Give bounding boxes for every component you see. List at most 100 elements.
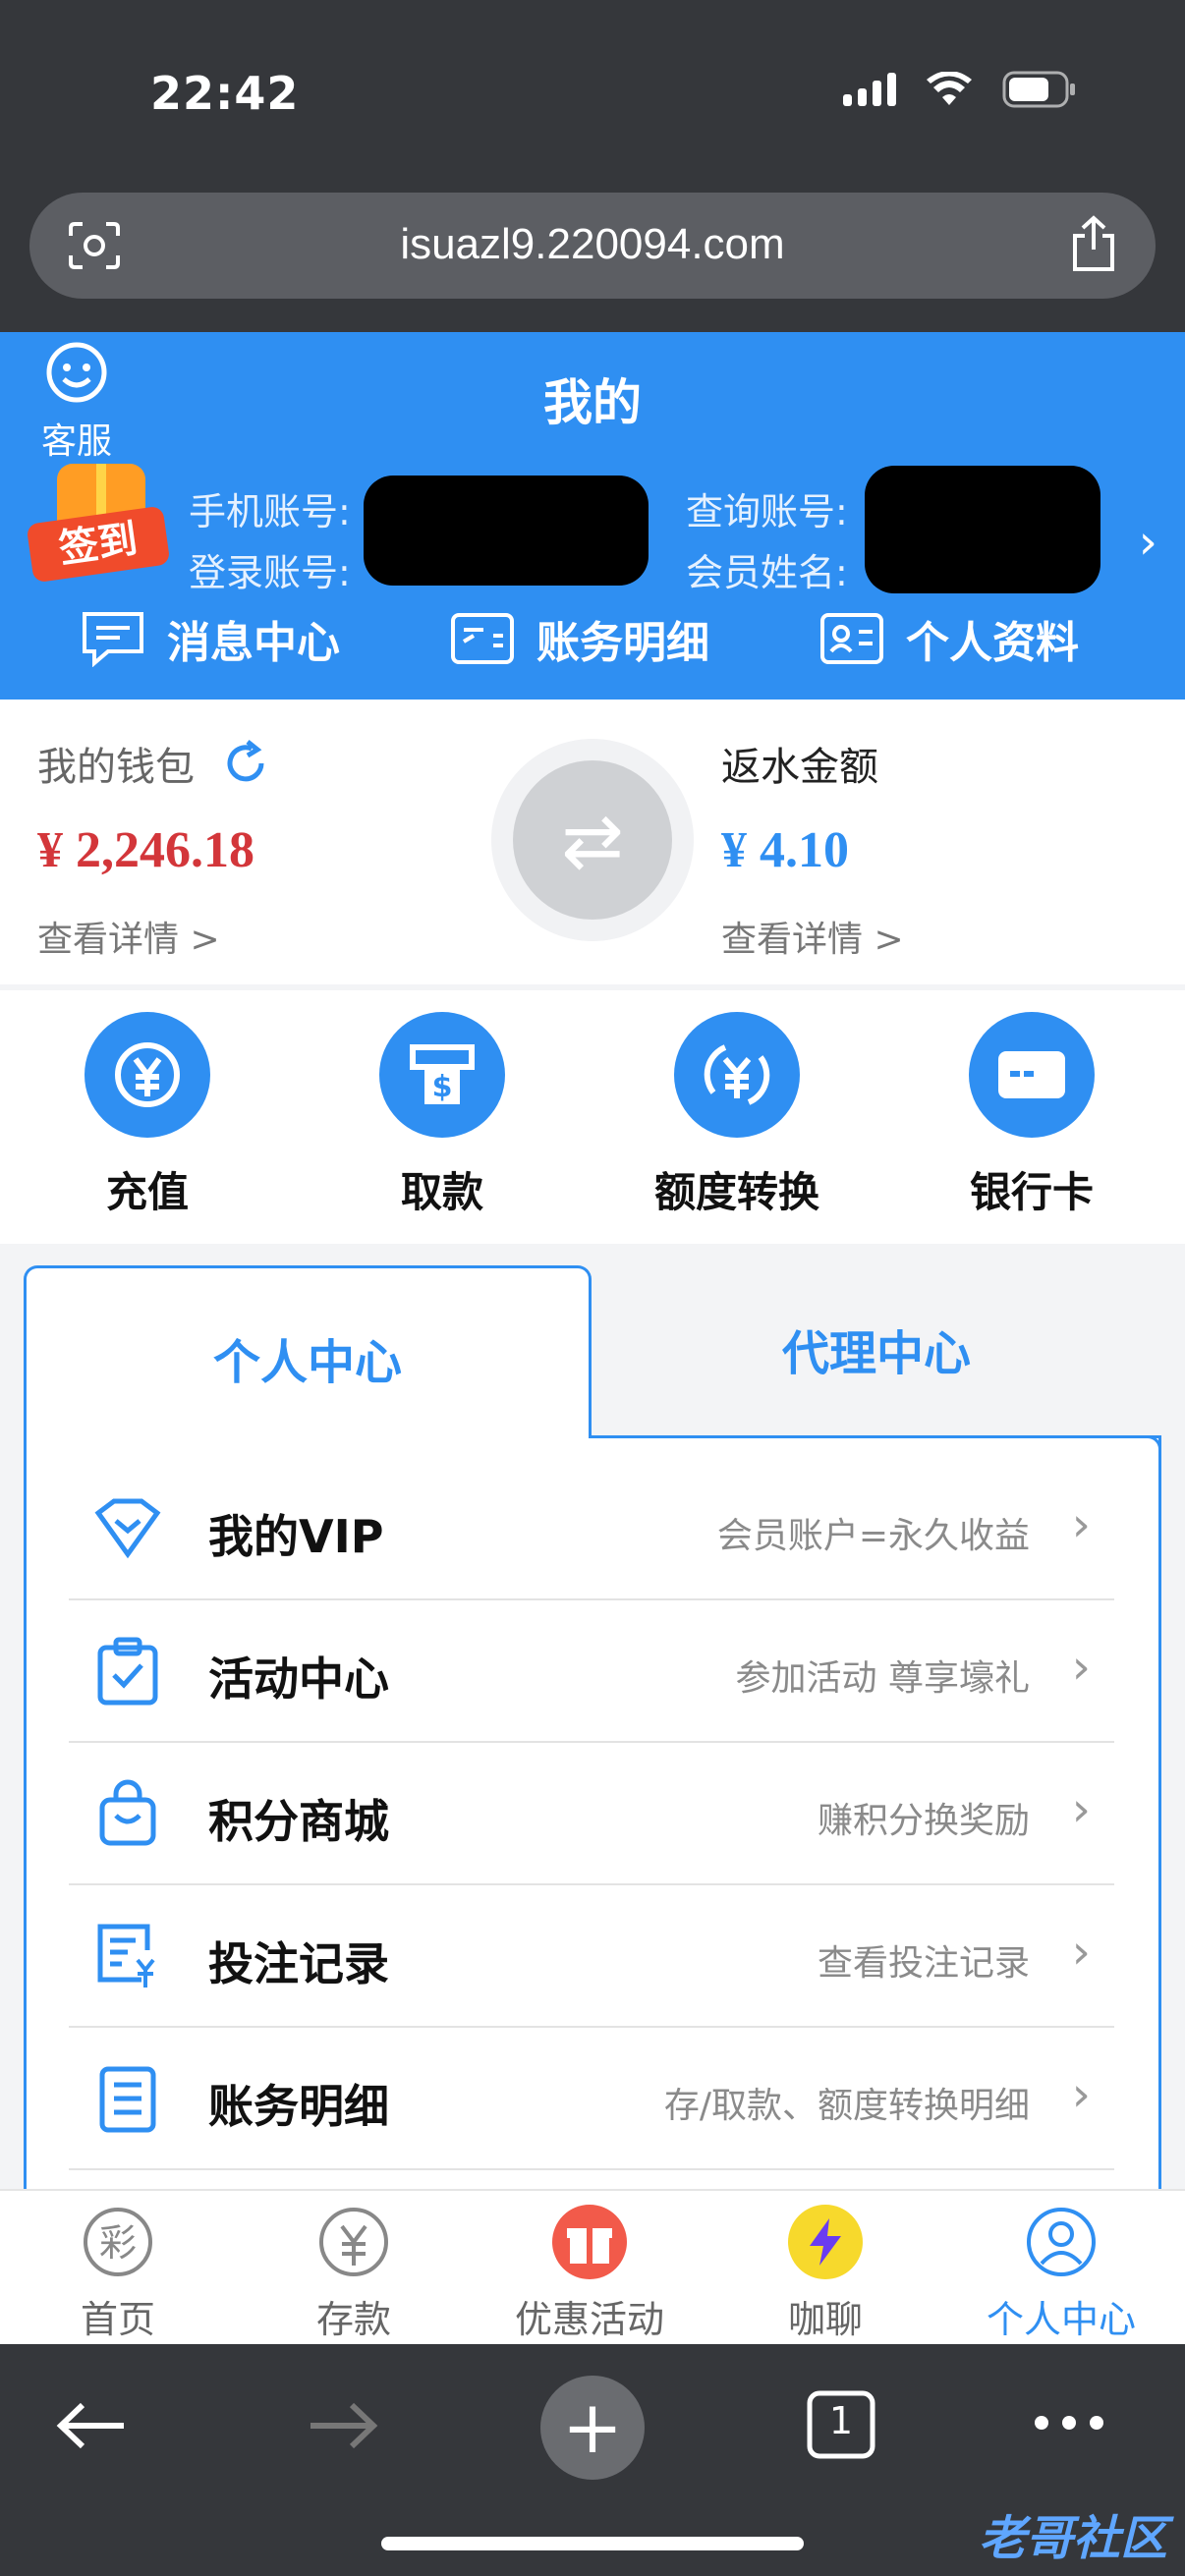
tabs-button[interactable]: 1 bbox=[806, 2389, 876, 2464]
tab-label: 存款 bbox=[315, 2298, 391, 2341]
menu-item-points-mall[interactable]: 积分商城 赚积分换奖励 › bbox=[69, 1743, 1114, 1885]
tab-label: 优惠活动 bbox=[514, 2298, 664, 2341]
tab-chat[interactable]: 咖聊 bbox=[707, 2205, 943, 2343]
browser-top-bar: 22:42 isuazl9.220094.com bbox=[0, 0, 1185, 332]
quick-link-label: 消息中心 bbox=[167, 618, 340, 668]
quick-link-transactions[interactable]: 账务明细 bbox=[450, 607, 709, 670]
menu-item-desc: 会员账户=永久收益 bbox=[716, 1516, 1030, 1556]
menu-item-desc: 查看投注记录 bbox=[817, 1943, 1030, 1984]
member-name-label: 会员姓名: bbox=[686, 551, 848, 594]
menu-item-title: 活动中心 bbox=[208, 1652, 389, 1706]
tab-promotions[interactable]: 优惠活动 bbox=[472, 2205, 707, 2343]
tab-personal-center-nav[interactable]: 个人中心 bbox=[943, 2205, 1179, 2343]
tab-home[interactable]: 彩 首页 bbox=[0, 2205, 236, 2343]
quick-links: 消息中心 账务明细 个人资料 bbox=[0, 607, 1185, 686]
tab-agent-center[interactable]: 代理中心 bbox=[592, 1265, 1161, 1438]
sign-in-label: 签到 bbox=[26, 505, 171, 584]
lightning-icon bbox=[788, 2205, 863, 2279]
user-icon bbox=[1024, 2205, 1099, 2279]
redacted-account-info bbox=[364, 476, 649, 586]
address-bar[interactable]: isuazl9.220094.com bbox=[29, 193, 1156, 299]
transfer-button[interactable]: 额度转换 bbox=[629, 1012, 845, 1219]
quick-link-profile[interactable]: 个人资料 bbox=[819, 607, 1079, 670]
home-indicator bbox=[381, 2537, 804, 2550]
menu-item-vip[interactable]: 我的VIP 会员账户=永久收益 › bbox=[69, 1458, 1114, 1600]
rebate-amount: ¥ 4.10 bbox=[721, 822, 849, 878]
menu-item-title: 我的VIP bbox=[208, 1510, 384, 1563]
chevron-right-icon: › bbox=[1071, 2067, 1091, 2122]
menu-item-title: 积分商城 bbox=[208, 1795, 389, 1848]
bet-record-icon bbox=[97, 1924, 155, 1988]
withdraw-button[interactable]: $ 取款 bbox=[334, 1012, 550, 1219]
swap-button[interactable]: ⇄ bbox=[491, 739, 694, 941]
service-shortcuts: 充值 $ 取款 额度转换 银行卡 bbox=[0, 990, 1185, 1244]
wallet-balance: 我的钱包 ¥ 2,246.18 查看详情 > bbox=[37, 735, 269, 962]
panel-border bbox=[589, 1435, 1161, 1452]
refresh-icon[interactable] bbox=[222, 740, 269, 787]
quick-link-label: 个人资料 bbox=[906, 618, 1079, 668]
yuan-coin-icon bbox=[85, 1012, 210, 1138]
battery-icon bbox=[1002, 71, 1077, 108]
rebate-title: 返水金额 bbox=[721, 745, 878, 790]
wallet-title: 我的钱包 bbox=[37, 745, 195, 790]
new-tab-button[interactable]: + bbox=[540, 2376, 645, 2480]
status-icons bbox=[843, 71, 1077, 108]
swap-arrows-icon: ⇄ bbox=[513, 760, 672, 920]
transfer-label: 额度转换 bbox=[653, 1168, 819, 1216]
phone-account-label: 手机账号: bbox=[189, 490, 351, 533]
chevron-right-icon: › bbox=[1071, 1925, 1091, 1980]
rebate-detail-link[interactable]: 查看详情 > bbox=[721, 911, 904, 962]
menu-item-desc: 赚积分换奖励 bbox=[817, 1801, 1030, 1841]
tab-label: 首页 bbox=[80, 2298, 155, 2341]
menu-item-title: 账务明细 bbox=[208, 2080, 389, 2133]
chevron-right-icon[interactable]: › bbox=[1139, 515, 1157, 570]
tab-label: 代理中心 bbox=[781, 1326, 971, 1381]
tab-label: 个人中心 bbox=[986, 2298, 1136, 2341]
menu-item-bet-records[interactable]: 投注记录 查看投注记录 › bbox=[69, 1885, 1114, 2028]
share-icon[interactable] bbox=[1069, 214, 1118, 277]
bank-card-icon bbox=[969, 1012, 1095, 1138]
signal-icon bbox=[843, 73, 896, 106]
url-text[interactable]: isuazl9.220094.com bbox=[29, 220, 1156, 269]
center-tabs: 个人中心 代理中心 我的VIP 会员账户=永久收益 › 活动中心 参加活动 尊享… bbox=[24, 1265, 1161, 2224]
atm-icon: $ bbox=[379, 1012, 505, 1138]
transaction-icon bbox=[451, 613, 514, 664]
browser-toolbar: + 1 老哥社区 bbox=[0, 2344, 1185, 2576]
query-account-label: 查询账号: bbox=[686, 490, 848, 533]
redacted-member-info bbox=[865, 466, 1100, 593]
sign-in-button[interactable]: 签到 bbox=[26, 464, 171, 591]
wifi-icon bbox=[926, 72, 973, 107]
watermark: 老哥社区 bbox=[978, 2511, 1167, 2566]
lottery-icon: 彩 bbox=[81, 2205, 155, 2279]
menu-item-transactions[interactable]: 账务明细 存/取款、额度转换明细 › bbox=[69, 2028, 1114, 2170]
menu-item-activities[interactable]: 活动中心 参加活动 尊享壕礼 › bbox=[69, 1600, 1114, 1743]
shopping-bag-icon bbox=[99, 1779, 156, 1846]
deposit-label: 充值 bbox=[105, 1168, 189, 1216]
menu-item-title: 投注记录 bbox=[208, 1937, 389, 1990]
forward-arrow-icon[interactable] bbox=[307, 2401, 379, 2454]
yuan-icon bbox=[316, 2205, 391, 2279]
bank-card-label: 银行卡 bbox=[969, 1168, 1094, 1216]
deposit-button[interactable]: 充值 bbox=[39, 1012, 255, 1219]
yuan-exchange-icon bbox=[674, 1012, 800, 1138]
quick-link-messages[interactable]: 消息中心 bbox=[81, 607, 340, 670]
heart-badge-icon bbox=[94, 1498, 161, 1559]
bank-card-button[interactable]: 银行卡 bbox=[924, 1012, 1140, 1219]
page-title: 我的 bbox=[543, 374, 642, 431]
back-arrow-icon[interactable] bbox=[55, 2401, 128, 2454]
wallet-card: 我的钱包 ¥ 2,246.18 查看详情 > ⇄ 返水金额 ¥ 4.10 查看详… bbox=[0, 700, 1185, 984]
tab-count: 1 bbox=[828, 2399, 854, 2442]
tab-label: 个人中心 bbox=[212, 1335, 402, 1390]
more-icon[interactable] bbox=[1034, 2415, 1104, 2435]
menu-list: 我的VIP 会员账户=永久收益 › 活动中心 参加活动 尊享壕礼 › 积分商城 … bbox=[69, 1458, 1114, 2170]
ledger-icon bbox=[99, 2066, 156, 2133]
wallet-detail-link[interactable]: 查看详情 > bbox=[37, 911, 269, 962]
tab-personal-center[interactable]: 个人中心 bbox=[24, 1265, 592, 1448]
bottom-tab-bar: 彩 首页 存款 优惠活动 咖聊 个人中心 bbox=[0, 2189, 1185, 2344]
withdraw-label: 取款 bbox=[400, 1168, 483, 1216]
quick-link-label: 账务明细 bbox=[536, 618, 709, 668]
rebate-balance: 返水金额 ¥ 4.10 查看详情 > bbox=[721, 735, 904, 962]
tab-deposit[interactable]: 存款 bbox=[236, 2205, 472, 2343]
profile-header: 客服 我的 签到 手机账号: 登录账号: 查询账号: 会员姓名: › 消息中心 … bbox=[0, 332, 1185, 700]
login-account-label: 登录账号: bbox=[189, 551, 351, 594]
